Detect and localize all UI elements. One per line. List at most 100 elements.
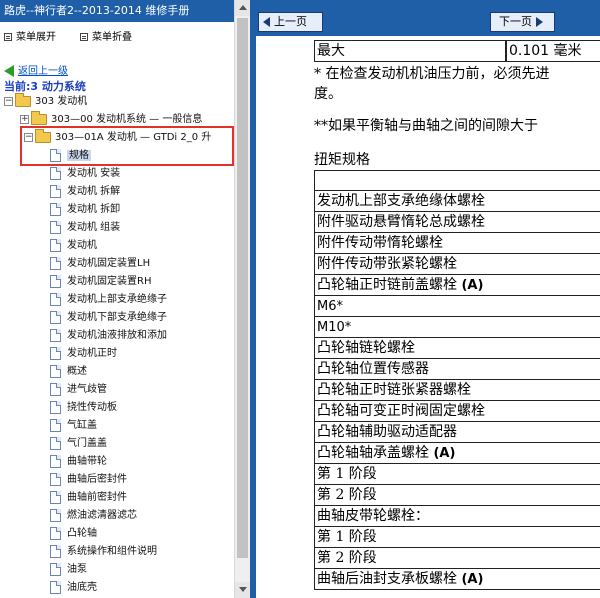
torque-table-row: 凸轮轴正时链前盖螺栓 (A)	[314, 275, 600, 296]
tree-leaf[interactable]: 概述	[50, 363, 87, 381]
tree-node-label: 303 发动机	[35, 96, 88, 107]
tree-leaf[interactable]: 进气歧管	[50, 381, 107, 399]
tree-leaf-label: 发动机固定装置RH	[67, 276, 152, 287]
tree-leaf[interactable]: 发动机固定装置LH	[50, 255, 150, 273]
tree-leaf[interactable]: 发动机上部支承绝缘子	[50, 291, 167, 309]
scroll-down-button[interactable]	[235, 582, 250, 598]
back-arrow-icon	[4, 65, 14, 77]
torque-item-label: 第 1 阶段	[317, 466, 377, 482]
torque-table-row: M6*	[314, 296, 600, 317]
scroll-up-button[interactable]	[235, 0, 250, 16]
oil-pressure-note-cont: 度。	[314, 86, 342, 102]
tree-leaf-label: 曲轴后密封件	[67, 474, 127, 485]
tree-leaf[interactable]: 发动机正时	[50, 345, 117, 363]
tree-leaf[interactable]: 发动机固定装置RH	[50, 273, 151, 291]
tree-leaf[interactable]: 曲轴带轮	[50, 453, 107, 471]
next-page-label: 下一页	[499, 15, 532, 28]
tree-leaf[interactable]: 油底壳	[50, 579, 97, 597]
tree-leaf[interactable]: 挠性传动板	[50, 399, 117, 417]
tree-leaf-label: 气门盖盖	[67, 438, 107, 449]
document-icon	[50, 400, 61, 414]
expand-menu-label: 菜单展开	[16, 32, 56, 43]
tree-leaf-label: 油泵	[67, 564, 87, 575]
expand-icon[interactable]: +	[20, 114, 29, 124]
tree-leaf[interactable]: 油泵	[50, 561, 87, 579]
document-icon	[50, 166, 61, 180]
back-link-label[interactable]: 返回上一级	[18, 66, 68, 77]
torque-table-row: 凸轮轴链轮螺栓	[314, 338, 600, 359]
torque-item-label: 发动机上部支承绝缘体螺栓	[317, 193, 485, 209]
tree-leaf[interactable]: 发动机	[50, 237, 97, 255]
torque-item-label: 第 2 阶段	[317, 550, 377, 566]
torque-heading: 扭矩规格	[314, 152, 370, 168]
tree-leaf[interactable]: 发动机 拆卸	[50, 201, 120, 219]
tree-leaf-label: 发动机 拆卸	[67, 204, 121, 215]
torque-table-row: 第 2 阶段	[314, 548, 600, 569]
scroll-down-icon	[239, 587, 247, 592]
torque-item-label: 凸轮轴正时链张紧器螺栓	[317, 382, 471, 398]
tree-leaf-label: 曲轴前密封件	[67, 492, 127, 503]
next-page-button[interactable]: 下一页	[490, 12, 555, 32]
folder-open-icon	[15, 92, 31, 107]
torque-table-row: 凸轮轴位置传感器	[314, 359, 600, 380]
tree-leaf-label: 发动机上部支承绝缘子	[67, 294, 167, 305]
red-highlight-box	[20, 126, 234, 166]
callout-a: (A)	[461, 572, 484, 587]
tree-leaf-label: 油底壳	[67, 582, 97, 593]
torque-item-label: 曲轴后油封支承板螺栓 (A)	[317, 571, 484, 587]
tree-node-label: 303—00 发动机系统 — 一般信息	[51, 114, 203, 125]
collapse-menu-label: 菜单折叠	[92, 32, 132, 43]
document-icon	[50, 490, 61, 504]
tree-leaf-label: 发动机正时	[67, 348, 117, 359]
tree-scrollbar[interactable]	[234, 0, 250, 598]
tree-leaf-label: 发动机 拆解	[67, 186, 121, 197]
tree-leaf[interactable]: 发动机 安装	[50, 165, 120, 183]
scroll-up-icon	[239, 5, 247, 10]
callout-a: (A)	[433, 446, 456, 461]
folder-icon	[31, 110, 47, 125]
document-icon	[50, 454, 61, 468]
prev-page-label: 上一页	[274, 15, 307, 28]
tree-leaf[interactable]: 气门盖盖	[50, 435, 107, 453]
torque-table-row	[314, 170, 600, 191]
tree-leaf-label: 发动机油液排放和添加	[67, 330, 167, 341]
tree-leaf[interactable]: 发动机下部支承绝缘子	[50, 309, 167, 327]
torque-item-label: 凸轮轴轴承盖螺栓 (A)	[317, 445, 456, 461]
collapse-menu-button[interactable]: 菜单折叠	[80, 28, 132, 43]
back-link[interactable]: 返回上一级	[4, 62, 68, 77]
tree-leaf[interactable]: 燃油滤清器滤芯	[50, 507, 137, 525]
tree-leaf[interactable]: 曲轴后密封件	[50, 471, 127, 489]
tree-leaf-label: 发动机固定装置LH	[67, 258, 151, 269]
torque-table-row: 凸轮轴可变正时阀固定螺栓	[314, 401, 600, 422]
expand-menu-button[interactable]: 菜单展开	[4, 28, 56, 43]
tree-leaf-label: 发动机	[67, 240, 97, 251]
scroll-thumb[interactable]	[237, 18, 248, 558]
tree-leaf[interactable]: 气缸盖	[50, 417, 97, 435]
tree-leaf[interactable]: 曲轴前密封件	[50, 489, 127, 507]
document-icon	[50, 328, 61, 342]
clearance-label-cell: 最大	[314, 40, 506, 62]
torque-item-label: 附件传动带张紧轮螺栓	[317, 256, 457, 272]
document-icon	[50, 418, 61, 432]
left-triangle-icon	[263, 17, 270, 27]
document-icon	[50, 202, 61, 216]
tree-leaf[interactable]: 发动机 拆解	[50, 183, 120, 201]
tree-leaf[interactable]: 发动机油液排放和添加	[50, 327, 167, 345]
prev-page-button[interactable]: 上一页	[258, 12, 323, 32]
collapse-icon[interactable]: −	[4, 96, 13, 106]
tree-leaf[interactable]: 凸轮轴	[50, 525, 97, 543]
tree-leaf-label: 发动机下部支承绝缘子	[67, 312, 167, 323]
torque-table-row: 凸轮轴轴承盖螺栓 (A)	[314, 443, 600, 464]
document-icon	[50, 472, 61, 486]
tree-leaf[interactable]: 系统操作和组件说明	[50, 543, 157, 561]
torque-table-row: 第 1 阶段	[314, 527, 600, 548]
tree-leaf[interactable]: 发动机 组装	[50, 219, 120, 237]
tree-node-303[interactable]: − 303 发动机	[4, 92, 88, 111]
tree-leaf-label: 燃油滤清器滤芯	[67, 510, 137, 521]
page-nav-bar: 上一页 下一页	[250, 0, 600, 36]
oil-pressure-note: * 在检查发动机机油压力前，必须先进	[314, 66, 550, 82]
tree-leaf-label: 进气歧管	[67, 384, 107, 395]
spec-content: 最大 0.101 毫米 * 在检查发动机机油压力前，必须先进 度。 **如果平衡…	[256, 36, 600, 598]
torque-table-row: 发动机上部支承绝缘体螺栓	[314, 191, 600, 212]
torque-table-row: 附件传动带张紧轮螺栓	[314, 254, 600, 275]
